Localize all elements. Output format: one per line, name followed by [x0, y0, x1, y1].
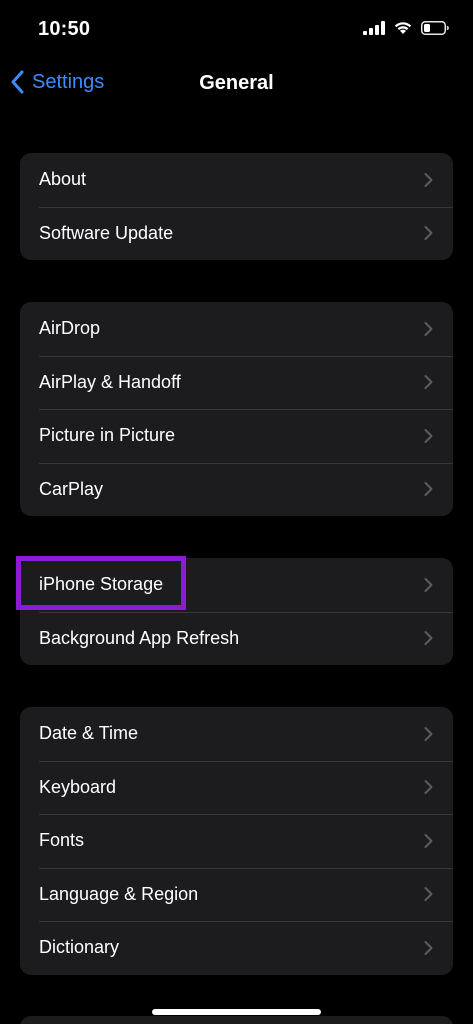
settings-item-label: Background App Refresh: [39, 627, 240, 648]
settings-item-dictionary[interactable]: Dictionary: [20, 921, 453, 975]
settings-item-label: Fonts: [39, 830, 85, 851]
settings-item-label: About: [39, 169, 87, 190]
wifi-icon: [394, 22, 412, 34]
chevron-right-icon: [424, 631, 433, 646]
status-time: 10:50: [38, 18, 91, 40]
chevron-right-icon: [424, 780, 433, 795]
chevron-right-icon: [424, 577, 433, 592]
settings-general-screen: 10:50 Settings General About Software Up…: [0, 0, 473, 1024]
settings-item-picture-in-picture[interactable]: Picture in Picture: [20, 409, 453, 463]
settings-item-iphone-storage[interactable]: iPhone Storage: [20, 558, 453, 612]
chevron-right-icon: [424, 833, 433, 848]
settings-item-label: Dictionary: [39, 937, 120, 958]
chevron-right-icon: [424, 887, 433, 902]
settings-item-about[interactable]: About: [20, 153, 453, 207]
settings-item-label: Date & Time: [39, 723, 139, 744]
settings-group-5-partial: [20, 1016, 453, 1024]
settings-item-language-region[interactable]: Language & Region: [20, 867, 453, 922]
status-icons: [363, 20, 449, 35]
settings-item-carplay[interactable]: CarPlay: [20, 462, 453, 517]
settings-item-label: Software Update: [39, 222, 174, 243]
settings-item-airplay-handoff[interactable]: AirPlay & Handoff: [20, 355, 453, 410]
settings-item-airdrop[interactable]: AirDrop: [20, 302, 453, 356]
settings-group-2: AirDrop AirPlay & Handoff Picture in Pic…: [20, 302, 453, 516]
status-bar: 10:50: [0, 0, 473, 60]
settings-item-date-time[interactable]: Date & Time: [20, 707, 453, 761]
settings-group-4: Date & Time Keyboard Fonts Language & Re…: [20, 707, 453, 975]
home-indicator[interactable]: [152, 1009, 321, 1015]
settings-item-label: iPhone Storage: [39, 574, 164, 595]
settings-item-keyboard[interactable]: Keyboard: [20, 760, 453, 815]
chevron-right-icon: [424, 428, 433, 443]
cellular-signal-icon: [363, 20, 385, 35]
settings-item-label: Language & Region: [39, 883, 199, 904]
chevron-right-icon: [424, 482, 433, 497]
settings-item-software-update[interactable]: Software Update: [20, 206, 453, 261]
settings-item-label: Picture in Picture: [39, 425, 176, 446]
settings-group-3: iPhone Storage Background App Refresh: [20, 558, 453, 665]
settings-item-label: CarPlay: [39, 478, 104, 499]
settings-item-label: AirPlay & Handoff: [39, 371, 181, 392]
settings-item-fonts[interactable]: Fonts: [20, 814, 453, 868]
settings-item-background-app-refresh[interactable]: Background App Refresh: [20, 611, 453, 666]
settings-item-label: Keyboard: [39, 776, 117, 797]
chevron-right-icon: [424, 226, 433, 241]
settings-group-1: About Software Update: [20, 153, 453, 260]
navigation-bar: Settings General: [0, 60, 473, 108]
chevron-right-icon: [424, 726, 433, 741]
page-title: General: [199, 72, 274, 94]
chevron-right-icon: [424, 172, 433, 187]
chevron-right-icon: [424, 375, 433, 390]
chevron-right-icon: [424, 321, 433, 336]
battery-icon: [421, 20, 449, 35]
settings-item-label: AirDrop: [39, 318, 101, 339]
chevron-right-icon: [424, 940, 433, 955]
